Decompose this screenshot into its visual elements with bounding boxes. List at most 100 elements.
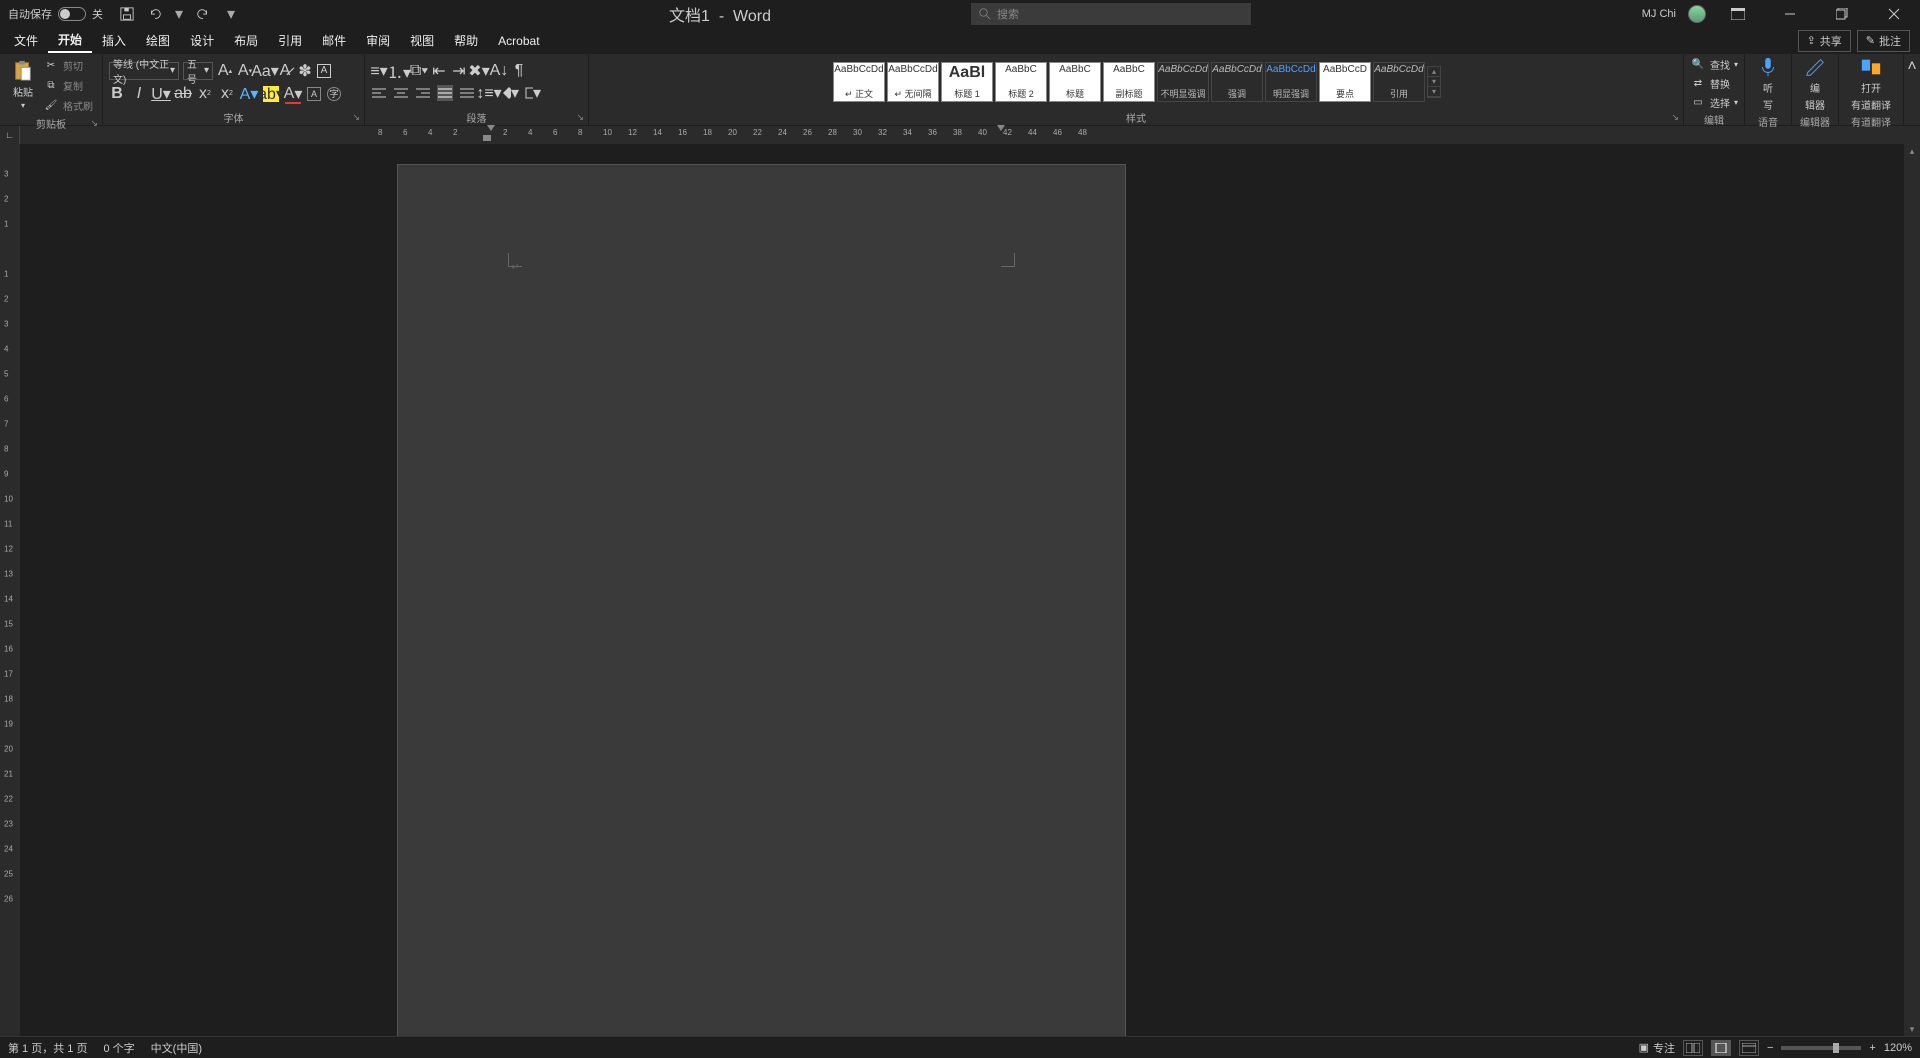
focus-mode-button[interactable]: ▣专注 <box>1639 1040 1675 1056</box>
subscript-icon[interactable]: x2 <box>197 86 213 102</box>
tab-help[interactable]: 帮助 <box>444 29 488 52</box>
horizontal-ruler[interactable]: 8642246810121416182022242628303234363840… <box>20 126 1920 144</box>
replace-button[interactable]: ⇄替换 <box>1690 75 1738 91</box>
font-color-icon[interactable]: A▾ <box>285 86 301 102</box>
bullets-icon[interactable]: ≡▾ <box>371 63 387 79</box>
autosave-toggle[interactable]: 自动保存 关 <box>0 6 111 22</box>
tab-references[interactable]: 引用 <box>268 29 312 52</box>
format-painter-button[interactable]: 🖌格式刷 <box>40 96 96 114</box>
enclose-char-icon[interactable]: 字 <box>327 87 341 101</box>
style-item[interactable]: AaBbCcDd引用 <box>1373 62 1425 102</box>
font-size-combo[interactable]: 五号▾ <box>183 62 213 80</box>
tab-home[interactable]: 开始 <box>48 28 92 53</box>
restore-icon[interactable] <box>1822 0 1862 28</box>
share-button[interactable]: ⇪共享 <box>1798 30 1851 52</box>
distribute-icon[interactable] <box>459 85 475 101</box>
user-name[interactable]: MJ Chi <box>1642 8 1676 20</box>
paste-button[interactable]: 粘贴 ▾ <box>6 60 40 110</box>
outdent-icon[interactable]: ⇤ <box>431 63 447 79</box>
tab-design[interactable]: 设计 <box>180 29 224 52</box>
translate-button[interactable]: 打开有道翻译 <box>1845 56 1897 112</box>
style-item[interactable]: AaBbCcDd↵ 正文 <box>833 62 885 102</box>
tab-mailings[interactable]: 邮件 <box>312 29 356 52</box>
zoom-level[interactable]: 120% <box>1884 1042 1912 1054</box>
find-button[interactable]: 🔍查找▾ <box>1690 56 1738 72</box>
web-layout-icon[interactable] <box>1739 1040 1759 1056</box>
scroll-down-icon[interactable]: ▾ <box>1904 1022 1920 1036</box>
show-marks-icon[interactable]: ¶ <box>511 63 527 79</box>
select-button[interactable]: ▭选择▾ <box>1690 94 1738 110</box>
zoom-in-icon[interactable]: + <box>1869 1042 1875 1054</box>
collapse-ribbon-icon[interactable]: ˄ <box>1904 54 1920 125</box>
scroll-up-icon[interactable]: ▴ <box>1428 67 1440 77</box>
word-count[interactable]: 0 个字 <box>103 1040 134 1056</box>
scroll-up-icon[interactable]: ▴ <box>1904 144 1920 158</box>
char-shading-icon[interactable]: A <box>307 87 321 101</box>
vertical-scrollbar[interactable]: ▴ ▾ <box>1904 144 1920 1036</box>
tab-view[interactable]: 视图 <box>400 29 444 52</box>
line-spacing-icon[interactable]: ↕≡▾ <box>481 85 497 101</box>
dictate-button[interactable]: 听写 <box>1751 56 1785 112</box>
text-effects-icon[interactable]: A▾ <box>241 86 257 102</box>
tab-insert[interactable]: 插入 <box>92 29 136 52</box>
hanging-indent-icon[interactable] <box>483 135 491 141</box>
document-canvas[interactable]: ↵ <box>20 144 1904 1036</box>
italic-icon[interactable]: I <box>131 86 147 102</box>
tab-acrobat[interactable]: Acrobat <box>488 31 549 51</box>
change-case-icon[interactable]: Aa▾ <box>257 63 273 79</box>
print-layout-icon[interactable] <box>1711 1040 1731 1056</box>
highlight-icon[interactable]: ab▾ <box>263 86 279 102</box>
expand-gallery-icon[interactable]: ▾ <box>1428 87 1440 97</box>
style-item[interactable]: AaBbC标题 <box>1049 62 1101 102</box>
read-mode-icon[interactable] <box>1683 1040 1703 1056</box>
bold-icon[interactable]: B <box>109 86 125 102</box>
indent-icon[interactable]: ⇥ <box>451 63 467 79</box>
align-left-icon[interactable] <box>371 85 387 101</box>
zoom-thumb[interactable] <box>1833 1043 1839 1053</box>
style-item[interactable]: AaBbCcDd强调 <box>1211 62 1263 102</box>
user-avatar-icon[interactable] <box>1688 5 1706 23</box>
superscript-icon[interactable]: x2 <box>219 86 235 102</box>
style-item[interactable]: AaBbC副标题 <box>1103 62 1155 102</box>
tab-draw[interactable]: 绘图 <box>136 29 180 52</box>
minimize-icon[interactable] <box>1770 0 1810 28</box>
style-item[interactable]: AaBl标题 1 <box>941 62 993 102</box>
close-icon[interactable] <box>1874 0 1914 28</box>
vertical-ruler[interactable]: 3211234567891011121314151617181920212223… <box>0 144 20 1036</box>
align-justify-icon[interactable] <box>437 85 453 101</box>
align-right-icon[interactable] <box>415 85 431 101</box>
style-item[interactable]: AaBbCcDd不明显强调 <box>1157 62 1209 102</box>
zoom-slider[interactable] <box>1781 1046 1861 1050</box>
page[interactable]: ↵ <box>397 164 1126 1036</box>
numbering-icon[interactable]: ⒈▾ <box>391 63 407 79</box>
shading-icon[interactable]: ▾ <box>503 85 519 101</box>
save-icon[interactable] <box>119 6 135 22</box>
asian-layout-icon[interactable]: ✖▾ <box>471 63 487 79</box>
editor-button[interactable]: 编辑器 <box>1798 56 1832 112</box>
style-item[interactable]: AaBbCcDd明显强调 <box>1265 62 1317 102</box>
launcher-icon[interactable]: ↘ <box>352 112 360 123</box>
undo-icon[interactable] <box>147 6 163 22</box>
phonetic-guide-icon[interactable]: ✽ <box>297 63 313 79</box>
cut-button[interactable]: ✂剪切 <box>40 56 96 74</box>
ribbon-display-icon[interactable] <box>1718 0 1758 28</box>
style-item[interactable]: AaBbCcDd↵ 无间隔 <box>887 62 939 102</box>
first-line-indent-icon[interactable] <box>487 125 495 131</box>
underline-icon[interactable]: U▾ <box>153 86 169 102</box>
page-indicator[interactable]: 第 1 页，共 1 页 <box>8 1040 87 1056</box>
launcher-icon[interactable]: ↘ <box>576 112 584 123</box>
language-indicator[interactable]: 中文(中国) <box>151 1040 202 1056</box>
sort-icon[interactable]: A↓ <box>491 63 507 79</box>
clear-format-icon[interactable]: A̷ <box>277 63 293 79</box>
comments-button[interactable]: ✎批注 <box>1857 30 1910 52</box>
redo-icon[interactable] <box>195 6 211 22</box>
strike-icon[interactable]: ab <box>175 86 191 102</box>
font-name-combo[interactable]: 等线 (中文正文)▾ <box>109 62 179 80</box>
search-box[interactable]: 搜索 <box>971 3 1251 25</box>
zoom-out-icon[interactable]: − <box>1767 1042 1773 1054</box>
tab-layout[interactable]: 布局 <box>224 29 268 52</box>
copy-button[interactable]: ⧉复制 <box>40 76 96 94</box>
borders-icon[interactable]: ▾ <box>525 85 541 101</box>
align-center-icon[interactable] <box>393 85 409 101</box>
launcher-icon[interactable]: ↘ <box>1671 112 1679 123</box>
